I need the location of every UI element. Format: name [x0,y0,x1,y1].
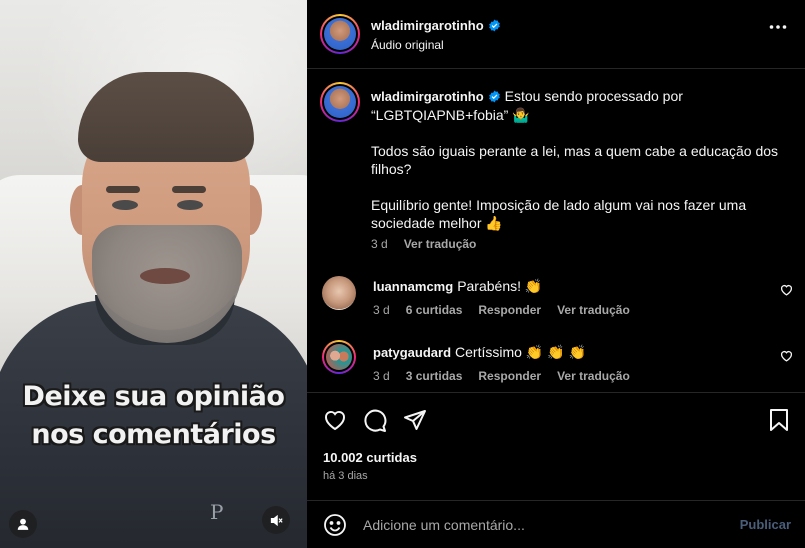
caption-line-2: nos comentários [31,419,276,450]
publish-button[interactable]: Publicar [740,517,791,532]
post-age[interactable]: há 3 dias [323,470,368,482]
comments-section[interactable]: wladimirgarotinho Estou sendo processado… [307,70,805,392]
caption-meta: 3 d Ver tradução [371,237,476,251]
comment-input[interactable] [363,513,723,537]
reel-video[interactable]: P Deixe sua opinião nos comentários [0,0,307,548]
emoji-icon[interactable] [323,513,347,537]
caption-username[interactable]: wladimirgarotinho [371,89,484,104]
speaker-muted-icon [270,514,283,526]
comment-translate-link[interactable]: Ver tradução [557,303,630,317]
save-bookmark-icon[interactable] [769,409,789,431]
comment-composer: Publicar [307,500,805,548]
comment-meta: 3 d 6 curtidas Responder Ver tradução [373,303,630,317]
like-comment-heart-icon[interactable] [780,350,793,362]
author-username[interactable]: wladimirgarotinho [371,18,484,33]
comment-item: luannamcmg Parabéns! 👏 3 d 6 curtidas Res… [307,266,805,326]
audio-link[interactable]: Áudio original [371,38,444,52]
like-heart-icon[interactable] [323,409,347,431]
tagged-users-button[interactable] [9,510,37,538]
author-name-row: wladimirgarotinho [371,18,501,33]
person-eye-right [177,200,203,210]
user-icon [17,518,29,530]
caption-translate-link[interactable]: Ver tradução [404,237,477,251]
video-caption: Deixe sua opinião nos comentários [0,378,307,454]
comment-reply-button[interactable]: Responder [478,369,541,383]
caption-author-avatar[interactable] [320,82,360,122]
comment-time[interactable]: 3 d [373,369,390,383]
comment-avatar[interactable] [322,276,356,310]
likes-count[interactable]: 10.002 curtidas [323,450,417,465]
caption-paragraph-2: Todos são iguais perante a lei, mas a qu… [371,143,779,177]
person-brow-right [172,186,206,193]
person-eye-left [112,200,138,210]
share-paper-plane-icon[interactable] [403,409,427,431]
mute-button[interactable] [262,506,290,534]
comment-translate-link[interactable]: Ver tradução [557,369,630,383]
verified-badge-icon [488,90,500,103]
post-header: wladimirgarotinho Áudio original [307,0,805,69]
comment-username[interactable]: luannamcmg [373,279,453,294]
comment-time[interactable]: 3 d [373,303,390,317]
comment-body: Parabéns! 👏 [457,278,543,294]
person-brow-left [106,186,140,193]
comment-reply-button[interactable]: Responder [478,303,541,317]
like-comment-heart-icon[interactable] [780,284,793,296]
more-options-icon[interactable] [769,24,787,30]
comment-text: patygaudard Certíssimo 👏 👏 👏 [373,344,586,361]
comment-avatar[interactable] [322,340,356,374]
person-hair [78,72,254,162]
post-panel: wladimirgarotinho Áudio original wladimi… [307,0,805,548]
comment-text: luannamcmg Parabéns! 👏 [373,278,542,295]
comment-meta: 3 d 3 curtidas Responder Ver tradução [373,369,630,383]
comment-item: patygaudard Certíssimo 👏 👏 👏 3 d 3 curtid… [307,332,805,392]
caption-line-1: Deixe sua opinião [22,381,285,412]
comment-username[interactable]: patygaudard [373,345,451,360]
verified-badge-icon [488,19,500,32]
author-avatar[interactable] [320,14,360,54]
comment-likes[interactable]: 3 curtidas [406,369,463,383]
person-mouth [140,268,190,284]
comment-body: Certíssimo 👏 👏 👏 [455,344,586,360]
post-actions: 10.002 curtidas há 3 dias [307,392,805,492]
caption-time[interactable]: 3 d [371,237,388,251]
comment-bubble-icon[interactable] [363,409,387,433]
post-caption: wladimirgarotinho Estou sendo processado… [371,87,781,250]
caption-paragraph-3: Equilíbrio gente! Imposição de lado algu… [371,197,747,231]
shirt-logo: P [210,500,224,524]
comment-likes[interactable]: 6 curtidas [406,303,463,317]
